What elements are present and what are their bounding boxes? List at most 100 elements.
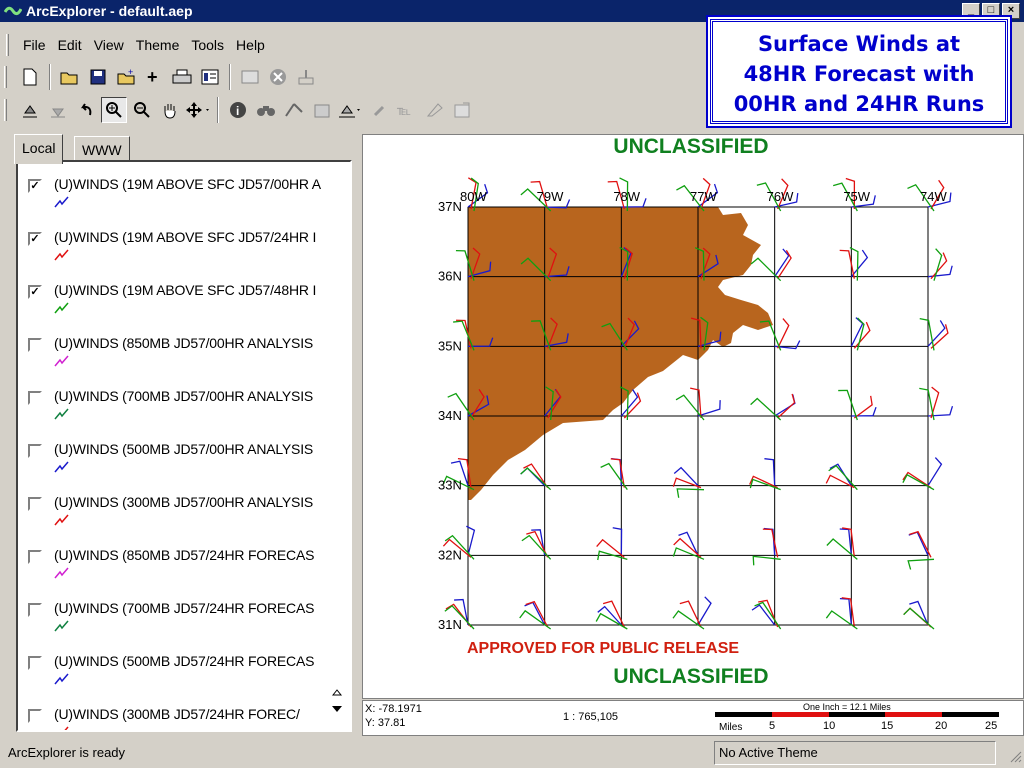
export-icon[interactable]: [293, 64, 319, 90]
legend-scroll-arrows[interactable]: [330, 688, 344, 721]
wind-barb: [597, 605, 622, 626]
pan-icon[interactable]: [157, 97, 183, 123]
eraser-icon[interactable]: [421, 97, 447, 123]
toolbar-file: + +: [0, 60, 319, 94]
layer-label: (U)WINDS (300MB JD57/00HR ANALYSIS: [54, 494, 314, 510]
land-mass: [468, 207, 773, 500]
properties-icon[interactable]: [449, 97, 475, 123]
menu-view[interactable]: View: [88, 37, 130, 53]
zoom-out-icon[interactable]: [129, 97, 155, 123]
wind-barb: [856, 317, 865, 351]
undo-icon[interactable]: [73, 97, 99, 123]
layer-visibility-checkbox[interactable]: ✓: [28, 285, 42, 299]
longitude-label: 78W: [613, 189, 640, 204]
slide-callout: Surface Winds at 48HR Forecast with 00HR…: [706, 15, 1012, 128]
layer-label: (U)WINDS (700MB JD57/00HR ANALYSIS: [54, 388, 314, 404]
table-icon[interactable]: [237, 64, 263, 90]
menu-bar: File Edit View Theme Tools Help: [0, 33, 271, 57]
scale-tick: 20: [935, 720, 948, 732]
wind-barb: [777, 318, 790, 349]
stop-icon[interactable]: [265, 64, 291, 90]
query-icon[interactable]: [309, 97, 335, 123]
layer-visibility-checkbox[interactable]: [28, 656, 42, 670]
layer-visibility-checkbox[interactable]: [28, 497, 42, 511]
layer-item[interactable]: ✓ (U)WINDS (19M ABOVE SFC JD57/00HR A: [18, 162, 350, 215]
layer-item[interactable]: (U)WINDS (300MB JD57/24HR FOREC/: [18, 692, 350, 730]
measure-icon[interactable]: [281, 97, 307, 123]
hotlink-icon[interactable]: [365, 97, 391, 123]
menu-file[interactable]: File: [17, 37, 52, 53]
wind-barb: [902, 473, 935, 491]
svg-text:i: i: [236, 104, 239, 118]
move-icon[interactable]: [185, 97, 211, 123]
legend-icon[interactable]: [197, 64, 223, 90]
address-icon[interactable]: [337, 97, 363, 123]
add-layer-icon[interactable]: +: [141, 64, 167, 90]
arcexplorer-logo-icon: [4, 3, 22, 19]
map-canvas[interactable]: UNCLASSIFIED 80W 79W 78W 77W 76W 75W 74W 37N 36…: [363, 135, 1024, 699]
callout-line-1: Surface Winds at: [757, 32, 961, 56]
layer-visibility-checkbox[interactable]: [28, 603, 42, 617]
menu-help[interactable]: Help: [230, 37, 271, 53]
wind-barb: [672, 610, 705, 630]
layer-label: (U)WINDS (300MB JD57/24HR FOREC/: [54, 706, 300, 722]
zoom-in-icon[interactable]: [101, 97, 127, 123]
latitude-label: 33N: [438, 478, 462, 493]
wind-barb: [672, 477, 702, 489]
wind-barb: [749, 478, 781, 491]
layer-label: (U)WINDS (500MB JD57/00HR ANALYSIS: [54, 441, 314, 457]
layer-visibility-checkbox[interactable]: [28, 338, 42, 352]
menu-tools[interactable]: Tools: [185, 37, 230, 53]
print-icon[interactable]: [169, 64, 195, 90]
layer-item[interactable]: (U)WINDS (700MB JD57/00HR ANALYSIS: [18, 374, 350, 427]
wind-barb: [777, 250, 792, 280]
layer-item[interactable]: ✓ (U)WINDS (19M ABOVE SFC JD57/48HR I: [18, 268, 350, 321]
wind-barb: [903, 607, 935, 630]
menu-edit[interactable]: Edit: [52, 37, 88, 53]
open-icon[interactable]: [57, 64, 83, 90]
identify-icon[interactable]: i: [225, 97, 251, 123]
layer-item[interactable]: (U)WINDS (500MB JD57/00HR ANALYSIS: [18, 427, 350, 480]
find-icon[interactable]: [253, 97, 279, 123]
latitude-label: 36N: [438, 269, 462, 284]
layer-visibility-checkbox[interactable]: [28, 709, 42, 723]
resize-grip-icon[interactable]: [1008, 749, 1022, 766]
label-icon[interactable]: ℡: [393, 97, 419, 123]
wind-barb: [853, 395, 873, 419]
layer-label: (U)WINDS (500MB JD57/24HR FORECAS: [54, 653, 315, 669]
layer-visibility-checkbox[interactable]: [28, 391, 42, 405]
wind-barb: [750, 397, 782, 421]
theme-down-icon[interactable]: [45, 97, 71, 123]
layer-item[interactable]: ✓ (U)WINDS (19M ABOVE SFC JD57/24HR I: [18, 215, 350, 268]
y-coordinate: Y: 37.81: [365, 717, 406, 729]
layer-visibility-checkbox[interactable]: ✓: [28, 232, 42, 246]
map-scale: 1 : 765,105: [563, 711, 619, 723]
layer-item[interactable]: (U)WINDS (500MB JD57/24HR FORECAS: [18, 639, 350, 692]
wind-barb: [908, 531, 929, 556]
longitude-label: 77W: [690, 189, 717, 204]
map-view[interactable]: UNCLASSIFIED 80W 79W 78W 77W 76W 75W 74W 37N 36…: [362, 134, 1024, 699]
longitude-label: 76W: [767, 189, 794, 204]
latitude-label: 32N: [438, 547, 462, 562]
theme-up-icon[interactable]: [17, 97, 43, 123]
tab-local[interactable]: Local: [14, 134, 64, 164]
coordinate-bar: X: -78.1971 Y: 37.81 1 : 765,105 One Inc…: [362, 700, 1024, 736]
save-icon[interactable]: [85, 64, 111, 90]
layer-item[interactable]: (U)WINDS (850MB JD57/00HR ANALYSIS: [18, 321, 350, 374]
layer-item[interactable]: (U)WINDS (850MB JD57/24HR FORECAS: [18, 533, 350, 586]
wind-barb: [752, 555, 781, 566]
wind-barb: [750, 257, 782, 282]
new-file-icon[interactable]: [17, 64, 43, 90]
add-theme-icon[interactable]: +: [113, 64, 139, 90]
layer-item[interactable]: (U)WINDS (700MB JD57/24HR FORECAS: [18, 586, 350, 639]
layer-item[interactable]: (U)WINDS (300MB JD57/00HR ANALYSIS: [18, 480, 350, 533]
wind-barb: [697, 596, 712, 626]
wind-barb-symbol-icon: [54, 514, 69, 526]
callout-line-2: 48HR Forecast with: [743, 62, 975, 86]
layer-visibility-checkbox[interactable]: ✓: [28, 179, 42, 193]
x-coordinate: X: -78.1971: [365, 703, 422, 715]
wind-barb: [842, 527, 855, 558]
menu-theme[interactable]: Theme: [130, 37, 186, 53]
layer-visibility-checkbox[interactable]: [28, 550, 42, 564]
layer-visibility-checkbox[interactable]: [28, 444, 42, 458]
